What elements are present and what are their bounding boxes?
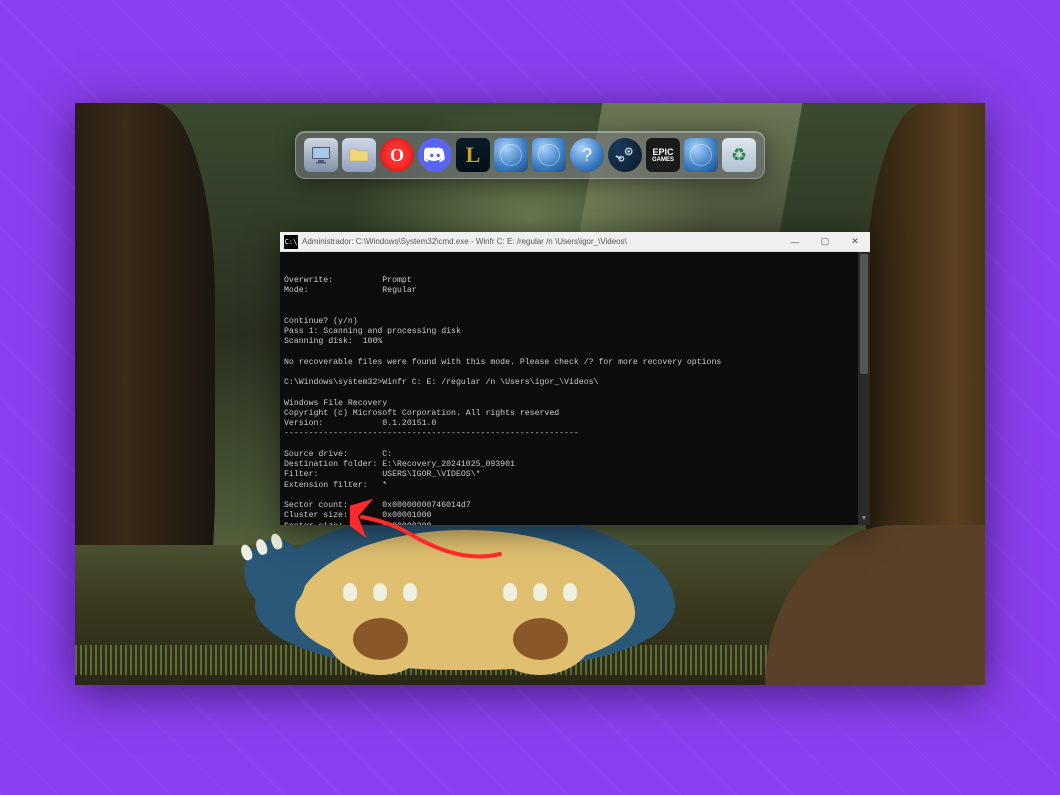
maximize-button[interactable]: ▢	[810, 232, 840, 251]
explorer-icon[interactable]	[342, 138, 376, 172]
help-glyph: ?	[582, 145, 592, 166]
steam-logo-icon	[614, 144, 636, 166]
browser-icon-3[interactable]	[684, 138, 718, 172]
app-dock: O L ? EPIC GAMES ♻	[295, 131, 765, 179]
cmd-scrollbar[interactable]: ▲ ▼	[858, 252, 870, 525]
browser-icon-1[interactable]	[494, 138, 528, 172]
steam-icon[interactable]	[608, 138, 642, 172]
epic-icon[interactable]: EPIC GAMES	[646, 138, 680, 172]
cmd-window: C:\ Administrador: C:\Windows\System32\c…	[280, 232, 870, 525]
scrollbar-thumb[interactable]	[860, 254, 868, 374]
minimize-button[interactable]: —	[780, 232, 810, 251]
cmd-app-icon: C:\	[284, 235, 298, 249]
trash-icon[interactable]: ♻	[722, 138, 756, 172]
league-glyph: L	[466, 142, 481, 168]
epic-line2: GAMES	[652, 157, 674, 163]
cmd-titlebar[interactable]: C:\ Administrador: C:\Windows\System32\c…	[280, 232, 870, 252]
discord-icon[interactable]	[418, 138, 452, 172]
league-icon[interactable]: L	[456, 138, 490, 172]
close-button[interactable]: ✕	[840, 232, 870, 251]
cmd-terminal-body[interactable]: Overwrite: Prompt Mode: Regular Continue…	[280, 252, 870, 525]
monitor-icon	[309, 143, 333, 167]
discord-logo-icon	[424, 144, 446, 166]
computer-icon[interactable]	[304, 138, 338, 172]
opera-glyph: O	[390, 145, 404, 166]
cmd-output-text: Overwrite: Prompt Mode: Regular Continue…	[284, 276, 866, 526]
folder-icon	[347, 143, 371, 167]
opera-icon[interactable]: O	[380, 138, 414, 172]
recycle-glyph: ♻	[731, 145, 747, 166]
scrollbar-down-arrow[interactable]: ▼	[858, 513, 870, 525]
cmd-window-title: Administrador: C:\Windows\System32\cmd.e…	[302, 237, 780, 246]
help-icon[interactable]: ?	[570, 138, 604, 172]
browser-icon-2[interactable]	[532, 138, 566, 172]
desktop-screenshot: O L ? EPIC GAMES ♻ C:\ Administrador: C:…	[75, 103, 985, 685]
epic-line1: EPIC	[652, 148, 673, 157]
